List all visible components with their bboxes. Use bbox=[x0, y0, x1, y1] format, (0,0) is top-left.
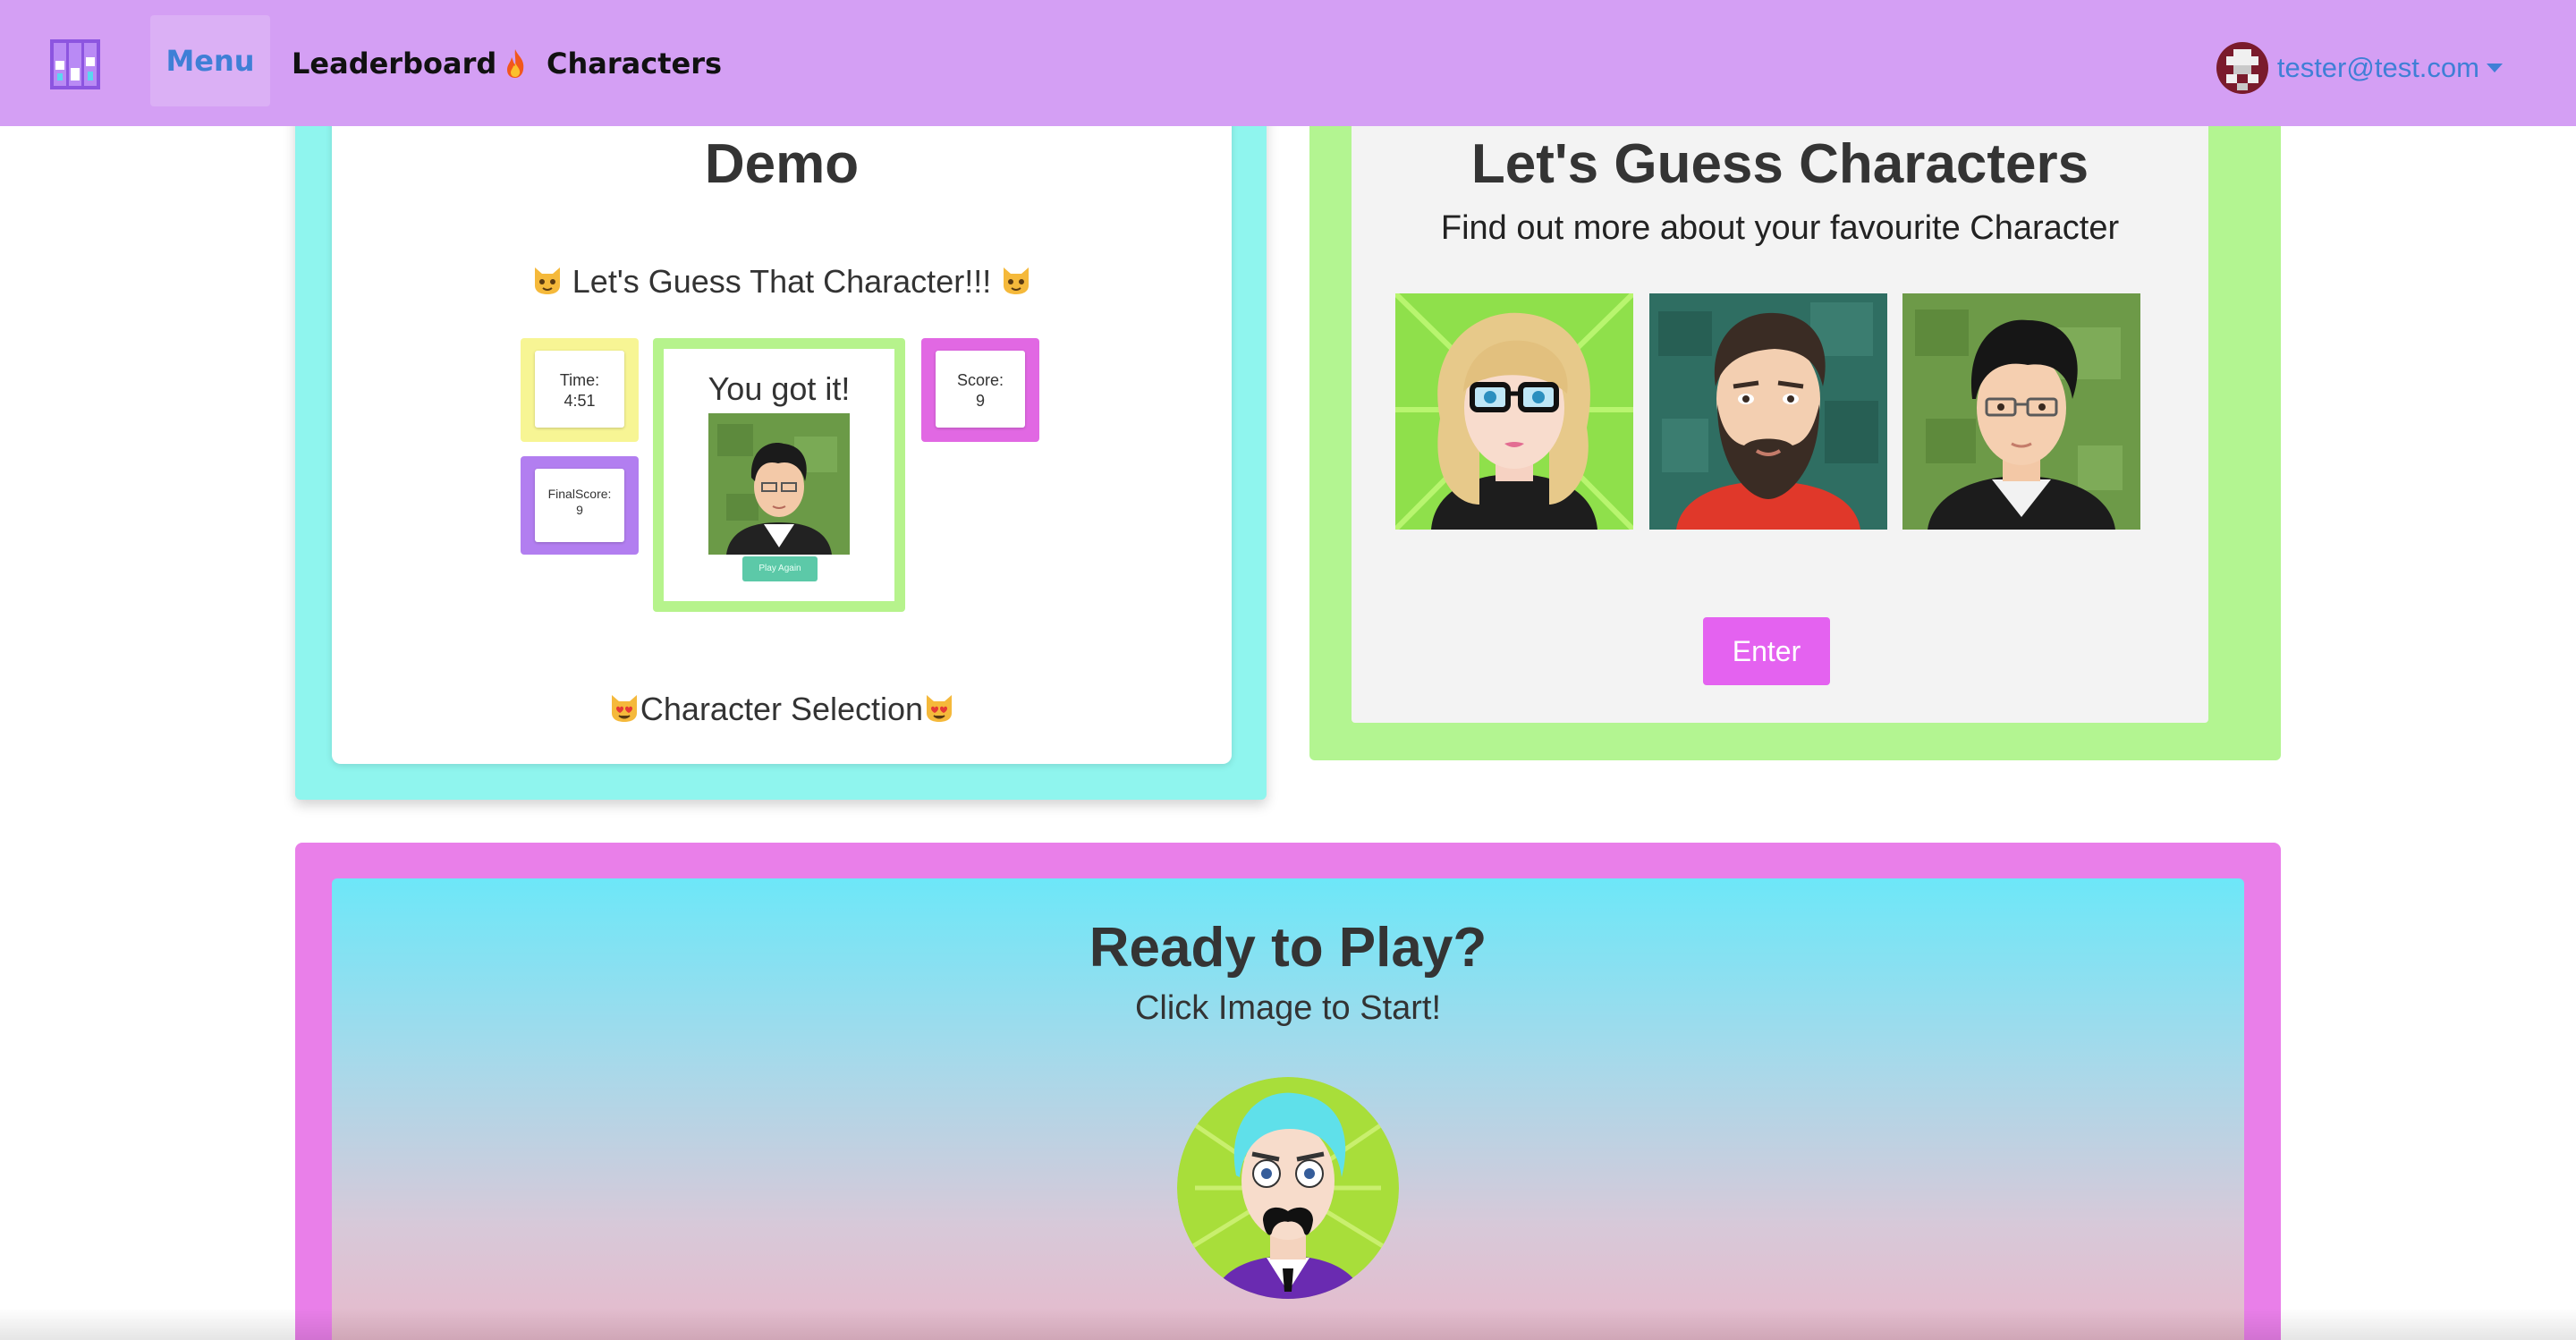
mini-avatar-image bbox=[708, 413, 850, 555]
bearded-man-avatar[interactable] bbox=[1649, 293, 1887, 530]
navbar: Menu Leaderboard Characters tester@test.… bbox=[0, 0, 2576, 126]
final-score-value: 9 bbox=[576, 502, 583, 517]
enter-button[interactable]: Enter bbox=[1703, 617, 1830, 685]
final-score-card: FinalScore: 9 bbox=[535, 469, 624, 542]
demo-subtitle-text: Let's Guess That Character!!! bbox=[572, 263, 992, 300]
mustache-man-avatar[interactable] bbox=[1177, 1077, 1399, 1299]
final-score-label: FinalScore: bbox=[547, 487, 612, 501]
nav-characters[interactable]: Characters bbox=[547, 0, 722, 126]
blonde-glasses-avatar[interactable] bbox=[1395, 293, 1633, 530]
character-selection-caption: Character Selection bbox=[332, 691, 1232, 728]
demo-subtitle: Let's Guess That Character!!! bbox=[332, 263, 1232, 301]
caret-down-icon bbox=[2487, 64, 2503, 72]
dark-hair-glasses-avatar[interactable] bbox=[1902, 293, 2140, 530]
pixel-grid-logo-icon[interactable] bbox=[50, 39, 100, 89]
user-email: tester@test.com bbox=[2276, 52, 2479, 83]
time-label: Time: bbox=[559, 371, 600, 389]
user-dropdown[interactable]: tester@test.com bbox=[2216, 42, 2503, 94]
time-card: Time: 4:51 bbox=[535, 351, 624, 428]
got-it-text: You got it! bbox=[708, 370, 851, 407]
demo-title: Demo bbox=[704, 133, 860, 195]
nav-menu[interactable]: Menu bbox=[150, 15, 270, 106]
guess-title: Let's Guess Characters bbox=[1470, 133, 2089, 195]
ready-subtitle: Click Image to Start! bbox=[1134, 989, 1442, 1027]
heart-eyes-cat-icon bbox=[611, 695, 637, 722]
nav-leaderboard[interactable]: Leaderboard bbox=[292, 0, 527, 126]
guess-subtitle: Find out more about your favourite Chara… bbox=[1440, 209, 2120, 247]
fire-icon bbox=[507, 48, 524, 78]
ready-title: Ready to Play? bbox=[1089, 917, 1487, 979]
play-again-button[interactable]: Play Again bbox=[742, 556, 818, 581]
heart-eyes-cat-icon bbox=[927, 695, 953, 722]
pixel-avatar-icon bbox=[2216, 42, 2268, 94]
score-value: 9 bbox=[975, 391, 985, 410]
cat-face-icon bbox=[534, 267, 560, 294]
bottom-edge-shadow bbox=[0, 1308, 2576, 1340]
score-card: Score: 9 bbox=[936, 351, 1025, 428]
time-value: 4:51 bbox=[564, 391, 596, 410]
nav-leaderboard-label: Leaderboard bbox=[292, 46, 497, 81]
character-selection-text: Character Selection bbox=[640, 691, 924, 727]
cat-face-icon bbox=[1004, 267, 1030, 294]
score-label: Score: bbox=[956, 371, 1004, 389]
